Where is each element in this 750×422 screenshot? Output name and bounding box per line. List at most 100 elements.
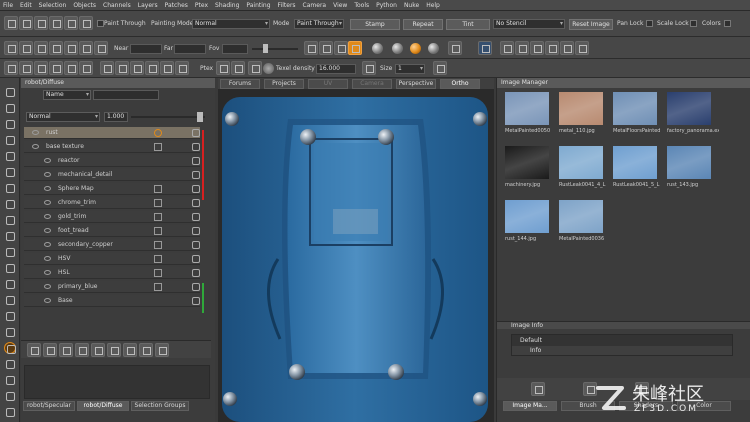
layer-lock-icon[interactable] [192, 297, 200, 305]
snap-icon[interactable] [478, 41, 492, 55]
active-tool-icon[interactable] [4, 342, 16, 354]
layer-adjust-icon[interactable] [154, 283, 162, 291]
stencil-select[interactable]: No Stencil [493, 19, 565, 29]
image-thumbnail[interactable] [559, 92, 603, 125]
mask-layer-icon[interactable] [107, 343, 121, 357]
adjust-layer-icon[interactable] [91, 343, 105, 357]
eye-icon[interactable] [32, 144, 39, 149]
hand-tool-icon[interactable] [4, 118, 16, 130]
fov-slider-track[interactable] [252, 48, 298, 50]
text-tool-icon[interactable] [4, 406, 16, 418]
layer-search-field[interactable] [93, 90, 159, 100]
copy-layer-icon[interactable] [123, 343, 137, 357]
stencil-tool-icon[interactable] [4, 374, 16, 386]
fov-slider-handle[interactable] [263, 44, 268, 53]
menu-ptex[interactable]: Ptex [195, 2, 208, 9]
layer-row[interactable]: foot_tread [24, 225, 200, 237]
new-layer-icon[interactable] [27, 343, 41, 357]
layer-lock-icon[interactable] [192, 241, 200, 249]
menu-shading[interactable]: Shading [215, 2, 239, 9]
eye-icon[interactable] [44, 256, 51, 261]
eye-icon[interactable] [44, 186, 51, 191]
shade-sphere-active-icon[interactable] [410, 43, 421, 54]
viewport[interactable] [218, 89, 494, 422]
eye-icon[interactable] [44, 284, 51, 289]
ptex-e-icon[interactable] [433, 61, 447, 75]
group-layer-icon[interactable] [59, 343, 73, 357]
viewport-tab-projects[interactable]: Projects [264, 79, 304, 89]
layer-row[interactable]: rust [24, 127, 200, 139]
image-thumbnail[interactable] [613, 146, 657, 179]
color-tool-icon[interactable] [4, 326, 16, 338]
reset-image-button[interactable]: Reset Image [569, 19, 613, 30]
menu-painting[interactable]: Painting [246, 2, 270, 9]
ptex-c-icon[interactable] [248, 61, 262, 75]
image-thumbnail[interactable] [667, 92, 711, 125]
paint-mode-b-icon[interactable] [115, 61, 129, 75]
image-thumbnail[interactable] [559, 146, 603, 179]
menu-selection[interactable]: Selection [39, 2, 67, 9]
painting-mode-select[interactable]: Normal [192, 19, 270, 29]
layer-lock-icon[interactable] [192, 255, 200, 263]
shade-sphere-1-icon[interactable] [372, 43, 383, 54]
layer-adjust-icon[interactable] [154, 213, 162, 221]
layer-adjust-icon[interactable] [154, 269, 162, 277]
line-tool-icon[interactable] [4, 390, 16, 402]
layer-row[interactable]: Sphere Map [24, 183, 200, 195]
swap-tool-icon[interactable] [4, 278, 16, 290]
image-thumbnail[interactable] [559, 200, 603, 233]
layer-adjust-icon[interactable] [154, 241, 162, 249]
menu-file[interactable]: File [3, 2, 13, 9]
layer-lock-icon[interactable] [192, 185, 200, 193]
viewport-tab-camera[interactable]: Camera [352, 79, 392, 89]
paint-mode-f-icon[interactable] [175, 61, 189, 75]
sponge-tool-icon[interactable] [4, 358, 16, 370]
fov-field[interactable] [222, 44, 248, 54]
blur-tool-icon[interactable] [4, 214, 16, 226]
mode-select[interactable]: Paint Through [294, 19, 344, 29]
texel-density-field[interactable]: 16.000 [316, 64, 356, 74]
layer-row[interactable]: base texture [24, 141, 200, 153]
orbit-icon[interactable] [64, 61, 78, 75]
layer-lock-icon[interactable] [192, 283, 200, 291]
image-thumbnail[interactable] [505, 146, 549, 179]
grid-layer-icon[interactable] [155, 343, 169, 357]
viewport-tab-forums[interactable]: Forums [220, 79, 260, 89]
image-thumbnail[interactable] [505, 92, 549, 125]
new-icon[interactable] [4, 16, 18, 30]
dodge-tool-icon[interactable] [4, 246, 16, 258]
view-b-icon[interactable] [319, 41, 333, 55]
layer-lock-icon[interactable] [192, 227, 200, 235]
stamp-tool-icon[interactable] [4, 310, 16, 322]
grid-icon[interactable] [64, 41, 78, 55]
menu-filters[interactable]: Filters [278, 2, 296, 9]
viewport-tab-ortho[interactable]: Ortho [440, 79, 480, 89]
layout-icon[interactable] [530, 41, 544, 55]
shade-sphere-2-icon[interactable] [392, 43, 403, 54]
eye-icon[interactable] [44, 158, 51, 163]
menu-help[interactable]: Help [426, 2, 440, 9]
eye-icon[interactable] [44, 270, 51, 275]
image-thumbnail[interactable] [505, 200, 549, 233]
merge-layer-icon[interactable] [75, 343, 89, 357]
layer-row[interactable]: mechanical_detail [24, 169, 200, 181]
burn-tool-icon[interactable] [4, 262, 16, 274]
layer-lock-icon[interactable] [192, 129, 200, 137]
layer-filter-select[interactable]: Name [43, 90, 91, 100]
layer-row[interactable]: HSL [24, 267, 200, 279]
eye-icon[interactable] [44, 298, 51, 303]
image-thumbnail[interactable] [667, 146, 711, 179]
layer-lock-icon[interactable] [192, 143, 200, 151]
layer-row[interactable]: chrome_trim [24, 197, 200, 209]
new-image-icon[interactable] [531, 382, 545, 396]
layer-adjust-icon[interactable] [154, 185, 162, 193]
sharpen-tool-icon[interactable] [4, 230, 16, 242]
light-icon[interactable] [94, 41, 108, 55]
clone-tool-icon[interactable] [4, 150, 16, 162]
wire-icon[interactable] [79, 41, 93, 55]
viewport-tab-perspective[interactable]: Perspective [396, 79, 436, 89]
layer-row[interactable]: primary_blue [24, 281, 200, 293]
layer-row[interactable]: reactor [24, 155, 200, 167]
eye-icon[interactable] [44, 214, 51, 219]
blend-mode-select[interactable]: Normal [26, 112, 100, 122]
